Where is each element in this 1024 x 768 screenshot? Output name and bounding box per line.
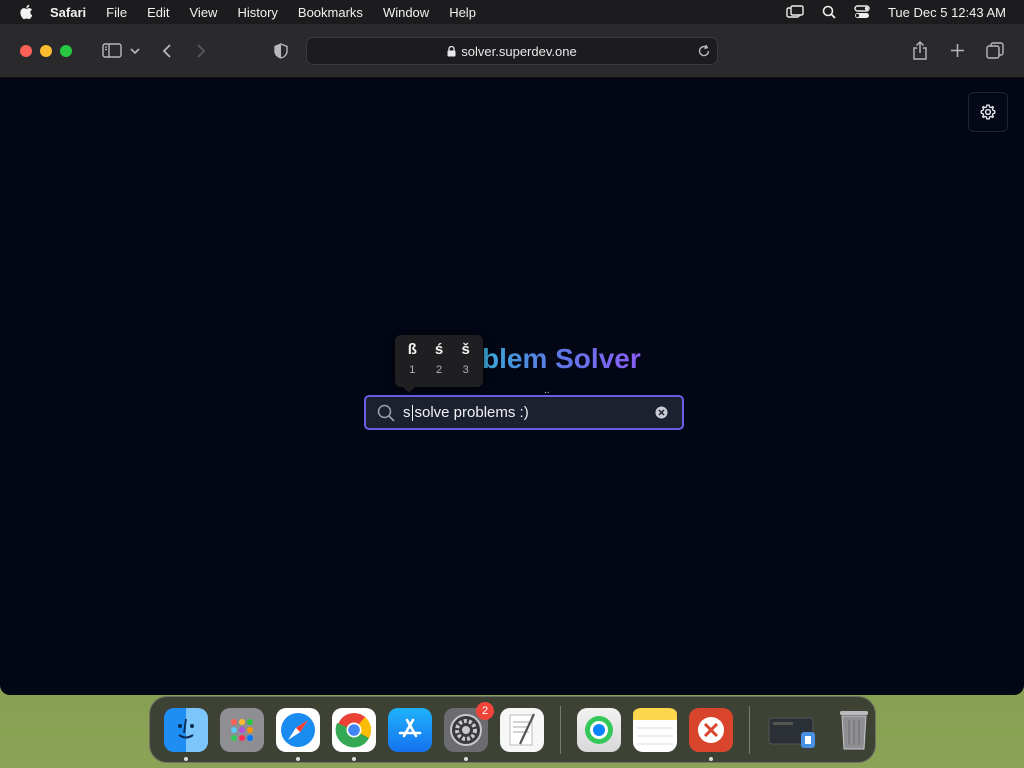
notes-icon[interactable] [633, 707, 677, 752]
forward-icon[interactable] [196, 43, 206, 59]
clear-search-icon[interactable] [655, 406, 668, 419]
share-icon[interactable] [912, 41, 928, 60]
zoom-window-button[interactable] [60, 44, 72, 57]
accent-key: 2 [435, 364, 443, 376]
trash-icon[interactable] [832, 708, 876, 752]
reload-icon[interactable] [697, 44, 711, 58]
menu-window[interactable]: Window [383, 5, 429, 20]
running-indicator [464, 756, 468, 761]
search-autocomplete-text: solve problems :) [414, 404, 529, 421]
running-indicator [184, 756, 188, 761]
minimize-window-button[interactable] [40, 44, 52, 57]
back-icon[interactable] [162, 43, 172, 59]
text-caret [411, 404, 413, 421]
accent-character-popup: ß 1 ś 2 š 3 [395, 335, 483, 393]
finder-icon[interactable] [164, 707, 208, 761]
window-controls [20, 44, 80, 57]
menu-edit[interactable]: Edit [147, 5, 169, 20]
menu-bookmarks[interactable]: Bookmarks [298, 5, 363, 20]
running-indicator [296, 756, 300, 761]
new-tab-icon[interactable] [950, 43, 965, 58]
apple-menu-icon[interactable] [18, 4, 34, 20]
dock-separator [560, 705, 561, 754]
problem-search-box[interactable]: s solve problems :) [364, 395, 684, 430]
dock-separator [749, 705, 750, 754]
control-center-icon[interactable] [854, 5, 870, 19]
url-text: solver.superdev.one [461, 43, 577, 59]
menu-clock[interactable]: Tue Dec 5 12:43 AM [888, 5, 1006, 20]
system-settings-icon[interactable]: 2 [444, 701, 494, 761]
browser-toolbar: solver.superdev.one [0, 24, 1024, 78]
safari-window: solver.superdev.one blem Solver .. s solv… [0, 24, 1024, 695]
lock-icon [447, 45, 456, 57]
accent-option-1[interactable]: ß 1 [399, 335, 426, 387]
privacy-shield-icon[interactable] [274, 42, 288, 59]
gear-icon [980, 104, 996, 120]
menu-history[interactable]: History [237, 5, 277, 20]
address-bar[interactable]: solver.superdev.one [306, 37, 718, 65]
tab-overview-icon[interactable] [986, 42, 1004, 59]
dock: 2 [149, 696, 876, 763]
downloads-stack-icon[interactable] [766, 708, 820, 752]
menu-bar: Safari File Edit View History Bookmarks … [0, 0, 1024, 24]
spotlight-search-icon[interactable] [822, 5, 836, 19]
menu-view[interactable]: View [190, 5, 218, 20]
search-input[interactable]: s solve problems :) [403, 404, 643, 421]
popup-pointer [403, 387, 415, 393]
textedit-icon[interactable] [500, 707, 544, 752]
accent-key: 3 [462, 364, 469, 376]
accent-key: 1 [409, 364, 416, 376]
app-store-icon[interactable] [388, 707, 432, 752]
launchpad-icon[interactable] [220, 707, 264, 752]
search-typed-text: s [403, 404, 411, 421]
safari-icon[interactable] [276, 707, 320, 761]
notification-badge: 2 [476, 701, 494, 720]
find-my-icon[interactable] [577, 707, 621, 752]
accent-glyph: ś [434, 341, 444, 358]
chevron-down-icon[interactable] [130, 47, 140, 55]
settings-button[interactable] [968, 92, 1008, 132]
remote-desktop-icon[interactable] [689, 707, 733, 761]
accent-glyph: š [461, 341, 470, 358]
accent-option-3[interactable]: š 3 [452, 335, 479, 387]
screen-mirroring-icon[interactable] [786, 5, 804, 19]
search-icon [377, 404, 395, 422]
page-title: blem Solver [482, 343, 641, 374]
sidebar-toggle-icon[interactable] [102, 43, 122, 58]
chrome-icon[interactable] [332, 707, 376, 761]
accent-option-2[interactable]: ś 2 [426, 335, 453, 387]
running-indicator [352, 756, 356, 761]
accent-glyph: ß [407, 341, 417, 358]
close-window-button[interactable] [20, 44, 32, 57]
menu-app-name[interactable]: Safari [50, 5, 86, 20]
menu-file[interactable]: File [106, 5, 127, 20]
menu-help[interactable]: Help [449, 5, 476, 20]
running-indicator [709, 756, 713, 761]
